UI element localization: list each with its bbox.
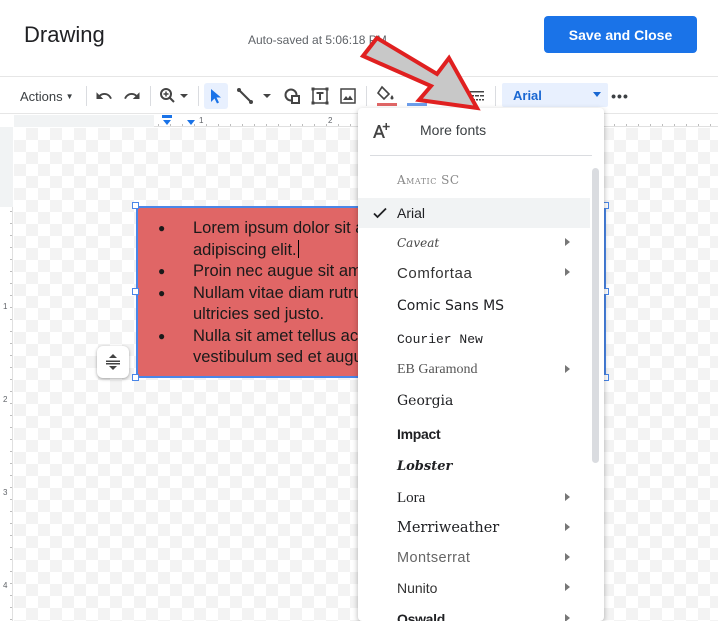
- resize-handle[interactable]: [132, 202, 139, 209]
- submenu-arrow-icon: [565, 238, 570, 246]
- font-item-label: Lobster: [397, 458, 453, 474]
- font-item-courier-new[interactable]: Courier New: [358, 324, 590, 354]
- ruler-number: 2: [3, 395, 8, 404]
- font-item-lobster[interactable]: Lobster: [358, 451, 590, 481]
- font-item-nunito[interactable]: Nunito: [358, 573, 590, 603]
- font-item-label: Oswald: [397, 611, 445, 621]
- font-item-label: Comfortaa: [397, 264, 473, 282]
- font-item-label: Montserrat: [397, 550, 471, 566]
- font-select-value: Arial: [513, 87, 542, 103]
- submenu-arrow-icon: [565, 614, 570, 621]
- more-options-icon[interactable]: •••: [610, 83, 630, 109]
- font-item-georgia[interactable]: Georgia: [358, 386, 590, 416]
- dialog-title: Drawing: [24, 22, 105, 47]
- toolbar-divider: [86, 86, 87, 106]
- ruler-number: 1: [3, 302, 8, 311]
- text-box-icon[interactable]: [309, 83, 331, 109]
- vertical-align-icon: [106, 354, 120, 370]
- resize-handle[interactable]: [132, 374, 139, 381]
- font-item-montserrat[interactable]: Montserrat: [358, 543, 590, 573]
- font-item-label: Nunito: [397, 580, 438, 596]
- more-fonts-label: More fonts: [420, 122, 487, 138]
- ruler-number: 3: [3, 488, 8, 497]
- font-item-comfortaa[interactable]: Comfortaa: [358, 258, 590, 288]
- hanging-indent-marker[interactable]: [187, 120, 195, 125]
- list-item-text: adipiscing elit.: [193, 240, 297, 259]
- ruler-number: 1: [199, 116, 204, 125]
- font-item-lora[interactable]: Lora: [358, 483, 590, 513]
- left-indent-marker[interactable]: [163, 120, 171, 125]
- font-item-label: Courier New: [397, 331, 483, 347]
- drawing-dialog: Drawing Auto-saved at 5:06:18 PM Save an…: [0, 0, 718, 621]
- first-line-indent-marker[interactable]: [162, 115, 172, 118]
- menu-divider: [370, 155, 592, 156]
- add-font-icon: [372, 122, 390, 145]
- font-item-label: Georgia: [397, 393, 454, 409]
- font-item-amatic-sc[interactable]: Amatic SC: [358, 165, 590, 195]
- redo-icon[interactable]: [121, 83, 143, 109]
- font-item-impact[interactable]: Impact: [358, 419, 590, 449]
- font-item-label: Lora: [397, 489, 426, 506]
- shape-icon[interactable]: [281, 83, 303, 109]
- caret-down-icon: ▼: [65, 91, 74, 101]
- save-and-close-button[interactable]: Save and Close: [544, 16, 697, 53]
- zoom-icon[interactable]: [157, 83, 191, 109]
- font-select[interactable]: Arial: [502, 83, 608, 107]
- ruler-margin-shade: [0, 127, 13, 207]
- submenu-arrow-icon: [565, 365, 570, 373]
- undo-icon[interactable]: [93, 83, 115, 109]
- text-cursor: [297, 239, 299, 258]
- ruler-margin-shade: [14, 115, 154, 127]
- font-item-label: Arial: [397, 205, 426, 221]
- submenu-arrow-icon: [565, 268, 570, 276]
- toolbar-divider: [150, 86, 151, 106]
- toolbar-divider: [198, 86, 199, 106]
- submenu-arrow-icon: [565, 583, 570, 591]
- font-item-label: EB Garamond: [397, 362, 478, 377]
- font-item-label: Comic Sans MS: [397, 298, 505, 314]
- font-item-merriweather[interactable]: Merriweather: [358, 513, 590, 543]
- font-item-caveat[interactable]: Caveat: [358, 228, 590, 258]
- ruler-number: 2: [328, 116, 333, 125]
- font-item-label: Merriweather: [397, 520, 500, 536]
- select-cursor-icon[interactable]: [204, 83, 228, 109]
- submenu-arrow-icon: [565, 523, 570, 531]
- line-icon[interactable]: [234, 83, 274, 109]
- menu-scrollbar[interactable]: [592, 168, 599, 463]
- font-item-label: Amatic SC: [397, 173, 460, 187]
- check-icon: [372, 205, 388, 224]
- actions-menu[interactable]: Actions ▼: [20, 83, 74, 109]
- font-dropdown-menu: More fonts Amatic SC Arial Caveat Comfor…: [358, 108, 604, 621]
- font-item-label: Impact: [397, 426, 441, 442]
- actions-label: Actions: [20, 88, 63, 104]
- submenu-arrow-icon: [565, 493, 570, 501]
- font-item-arial[interactable]: Arial: [358, 198, 590, 228]
- font-item-oswald[interactable]: Oswald: [358, 604, 590, 621]
- font-item-comic-sans-ms[interactable]: Comic Sans MS: [358, 291, 590, 321]
- annotation-arrow: [359, 35, 481, 111]
- caret-down-icon: [593, 92, 601, 97]
- submenu-arrow-icon: [565, 553, 570, 561]
- vertical-align-button[interactable]: [97, 346, 129, 378]
- resize-handle[interactable]: [132, 288, 139, 295]
- font-item-eb-garamond[interactable]: EB Garamond: [358, 355, 590, 385]
- ruler-number: 4: [3, 581, 8, 590]
- font-item-label: Caveat: [397, 236, 440, 250]
